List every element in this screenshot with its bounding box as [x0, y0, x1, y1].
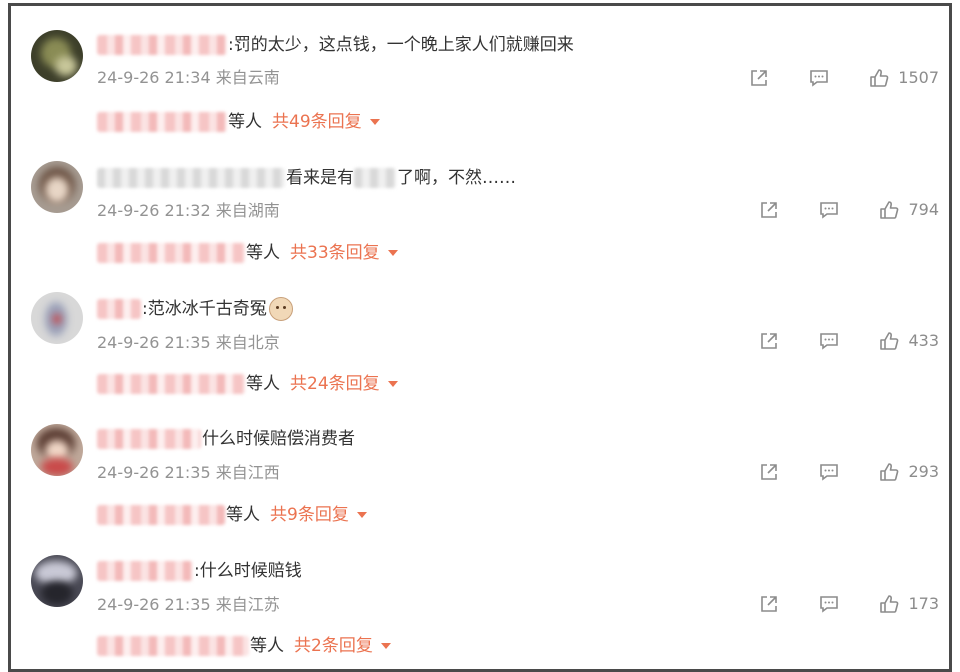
- username[interactable]: [97, 35, 227, 55]
- comment-icon[interactable]: [818, 593, 840, 615]
- comment-item: :范冰冰千古奇冤 24-9-26 21:35 来自北京 433 等人 共24条回复: [11, 268, 949, 400]
- comment-actions: 173: [720, 592, 939, 616]
- share-icon[interactable]: [758, 330, 780, 352]
- share-icon[interactable]: [758, 461, 780, 483]
- comment-meta: 24-9-26 21:35 来自北京: [97, 332, 280, 354]
- comment-time: 24-9-26 21:34: [97, 68, 211, 87]
- comment-time: 24-9-26 21:35: [97, 333, 211, 352]
- comment-icon[interactable]: [818, 330, 840, 352]
- reply-summary[interactable]: 等人 共2条回复: [97, 634, 391, 658]
- like-count: 1507: [898, 68, 939, 87]
- comment-actions: 1507: [710, 66, 939, 90]
- comment-location: 来自江西: [215, 463, 280, 482]
- reply-who: 等人: [228, 112, 262, 132]
- comment-content: :什么时候赔钱: [97, 558, 302, 584]
- comment-content: :范冰冰千古奇冤: [97, 296, 293, 322]
- reply-count[interactable]: 共9条回复: [270, 505, 349, 525]
- comment-list: :罚的太少，这点钱，一个晚上家人们就赚回来 24-9-26 21:34 来自云南…: [8, 3, 952, 672]
- reply-count[interactable]: 共2条回复: [294, 636, 373, 656]
- share-icon[interactable]: [758, 199, 780, 221]
- like-icon[interactable]: [878, 199, 900, 221]
- comment-text: 看来是有: [286, 168, 354, 188]
- comment-content: :罚的太少，这点钱，一个晚上家人们就赚回来: [97, 32, 574, 58]
- comment-meta: 24-9-26 21:32 来自湖南: [97, 200, 280, 222]
- reply-count[interactable]: 共24条回复: [290, 374, 380, 394]
- share-icon[interactable]: [758, 593, 780, 615]
- share-icon[interactable]: [748, 67, 770, 89]
- comment-location: 来自江苏: [215, 595, 280, 614]
- reply-usernames[interactable]: [97, 112, 227, 132]
- like-icon[interactable]: [878, 593, 900, 615]
- reply-count[interactable]: 共49条回复: [272, 112, 362, 132]
- comment-text: :罚的太少，这点钱，一个晚上家人们就赚回来: [228, 35, 574, 55]
- censored-word: [354, 168, 396, 188]
- comment-item: :罚的太少，这点钱，一个晚上家人们就赚回来 24-9-26 21:34 来自云南…: [11, 6, 949, 138]
- comment-item: 什么时候赔偿消费者 24-9-26 21:35 来自江西 293 等人 共9条回复: [11, 399, 949, 531]
- like-icon[interactable]: [878, 461, 900, 483]
- comment-location: 来自北京: [215, 333, 280, 352]
- caret-down-icon[interactable]: [387, 250, 398, 256]
- caret-down-icon[interactable]: [387, 381, 398, 387]
- avatar[interactable]: [31, 424, 83, 476]
- comment-actions: 794: [720, 198, 939, 222]
- comment-item: :什么时候赔钱 24-9-26 21:35 来自江苏 173 等人 共2条回复: [11, 530, 949, 662]
- reply-who: 等人: [246, 374, 280, 394]
- reply-summary[interactable]: 等人 共33条回复: [97, 241, 398, 265]
- comment-meta: 24-9-26 21:34 来自云南: [97, 67, 280, 89]
- avatar[interactable]: [31, 161, 83, 213]
- like-icon[interactable]: [878, 330, 900, 352]
- like-icon[interactable]: [868, 67, 890, 89]
- reply-who: 等人: [250, 636, 284, 656]
- comment-time: 24-9-26 21:32: [97, 201, 211, 220]
- comment-location: 来自湖南: [215, 201, 280, 220]
- cat-face-emoji: [268, 297, 293, 321]
- reply-who: 等人: [246, 243, 280, 263]
- comment-actions: 293: [720, 460, 939, 484]
- caret-down-icon[interactable]: [380, 643, 391, 649]
- comment-icon[interactable]: [818, 461, 840, 483]
- like-count: 173: [908, 594, 939, 613]
- reply-usernames[interactable]: [97, 243, 245, 263]
- reply-usernames[interactable]: [97, 374, 245, 394]
- comment-time: 24-9-26 21:35: [97, 595, 211, 614]
- caret-down-icon[interactable]: [356, 512, 367, 518]
- comment-content: 什么时候赔偿消费者: [97, 426, 355, 452]
- like-count: 293: [908, 462, 939, 481]
- reply-summary[interactable]: 等人 共49条回复: [97, 110, 380, 134]
- comment-actions: 433: [720, 329, 939, 353]
- reply-summary[interactable]: 等人 共24条回复: [97, 372, 398, 396]
- like-count: 433: [908, 331, 939, 350]
- username[interactable]: [97, 299, 141, 319]
- like-count: 794: [908, 200, 939, 219]
- avatar[interactable]: [31, 292, 83, 344]
- reply-summary[interactable]: 等人 共9条回复: [97, 503, 367, 527]
- avatar[interactable]: [31, 30, 83, 82]
- comment-time: 24-9-26 21:35: [97, 463, 211, 482]
- comment-text: 什么时候赔偿消费者: [202, 429, 355, 449]
- comment-location: 来自云南: [215, 68, 280, 87]
- comment-icon[interactable]: [808, 67, 830, 89]
- caret-down-icon[interactable]: [369, 119, 380, 125]
- avatar[interactable]: [31, 555, 83, 607]
- reply-count[interactable]: 共33条回复: [290, 243, 380, 263]
- comment-meta: 24-9-26 21:35 来自江西: [97, 462, 280, 484]
- comment-content: 看来是有 了啊，不然……: [97, 165, 516, 191]
- comment-text: :范冰冰千古奇冤: [142, 299, 267, 319]
- comment-icon[interactable]: [818, 199, 840, 221]
- reply-who: 等人: [226, 505, 260, 525]
- comment-item: 看来是有 了啊，不然…… 24-9-26 21:32 来自湖南 794 等人 共33…: [11, 137, 949, 269]
- username[interactable]: [97, 168, 285, 188]
- comment-text: :什么时候赔钱: [194, 561, 302, 581]
- comment-text-end: 了啊，不然……: [397, 168, 516, 188]
- username[interactable]: [97, 561, 193, 581]
- reply-usernames[interactable]: [97, 636, 249, 656]
- username[interactable]: [97, 429, 201, 449]
- comment-meta: 24-9-26 21:35 来自江苏: [97, 594, 280, 616]
- reply-usernames[interactable]: [97, 505, 225, 525]
